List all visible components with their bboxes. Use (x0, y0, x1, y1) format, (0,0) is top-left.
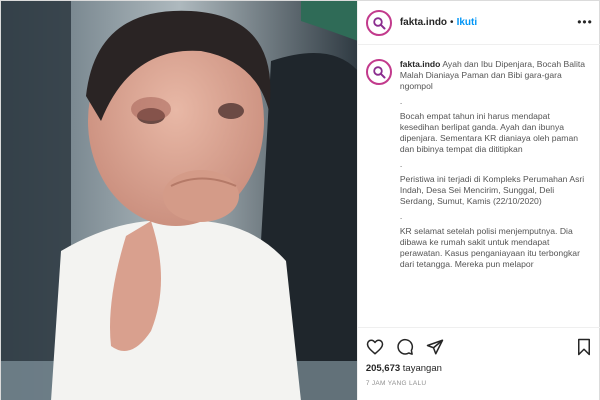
caption-headline: fakta.indo Ayah dan Ibu Dipenjara, Bocah… (400, 59, 590, 92)
views-count[interactable]: 205,673 tayangan (366, 363, 593, 374)
video-frame-image (1, 1, 357, 400)
caption-paragraph: Bocah empat tahun ini harus mendapat kes… (399, 111, 579, 154)
magnifier-logo-icon (373, 16, 386, 29)
caption-username[interactable]: fakta.indo (400, 59, 441, 69)
avatar[interactable] (365, 9, 392, 36)
heart-icon[interactable] (366, 338, 384, 356)
magnifier-logo-icon (373, 66, 386, 79)
post-video[interactable] (1, 1, 357, 400)
comment-icon[interactable] (396, 338, 414, 356)
views-number: 205,673 (365, 363, 401, 374)
caption-paragraph: Peristiwa ini terjadi di Kompleks Peruma… (399, 174, 585, 206)
caption-separator: . (399, 159, 403, 169)
caption-text: fakta.indo Ayah dan Ibu Dipenjara, Bocah… (400, 59, 590, 325)
share-icon[interactable] (426, 338, 444, 356)
post-header: fakta.indo • Ikuti ••• (357, 1, 600, 45)
post-timestamp[interactable]: 7 JAM YANG LALU (366, 380, 593, 387)
caption-separator: . (399, 211, 403, 221)
action-icons (366, 336, 593, 358)
more-options-icon[interactable]: ••• (577, 15, 593, 29)
account-username[interactable]: fakta.indo (400, 17, 447, 28)
caption-separator: . (399, 96, 403, 106)
caption-paragraph: KR selamat setelah polisi menjemputnya. … (399, 226, 580, 269)
follow-button[interactable]: Ikuti (457, 17, 478, 28)
separator-dot: • (450, 17, 454, 28)
caption-avatar[interactable] (365, 59, 392, 85)
views-label: tayangan (402, 363, 442, 374)
post-sidebar: fakta.indo • Ikuti ••• fakta.indo Ayah d… (356, 1, 600, 400)
action-bar: 205,673 tayangan 7 JAM YANG LALU (357, 327, 600, 400)
instagram-post: fakta.indo • Ikuti ••• fakta.indo Ayah d… (0, 0, 600, 400)
bookmark-icon[interactable] (575, 338, 593, 356)
post-caption: fakta.indo Ayah dan Ibu Dipenjara, Bocah… (358, 59, 600, 325)
